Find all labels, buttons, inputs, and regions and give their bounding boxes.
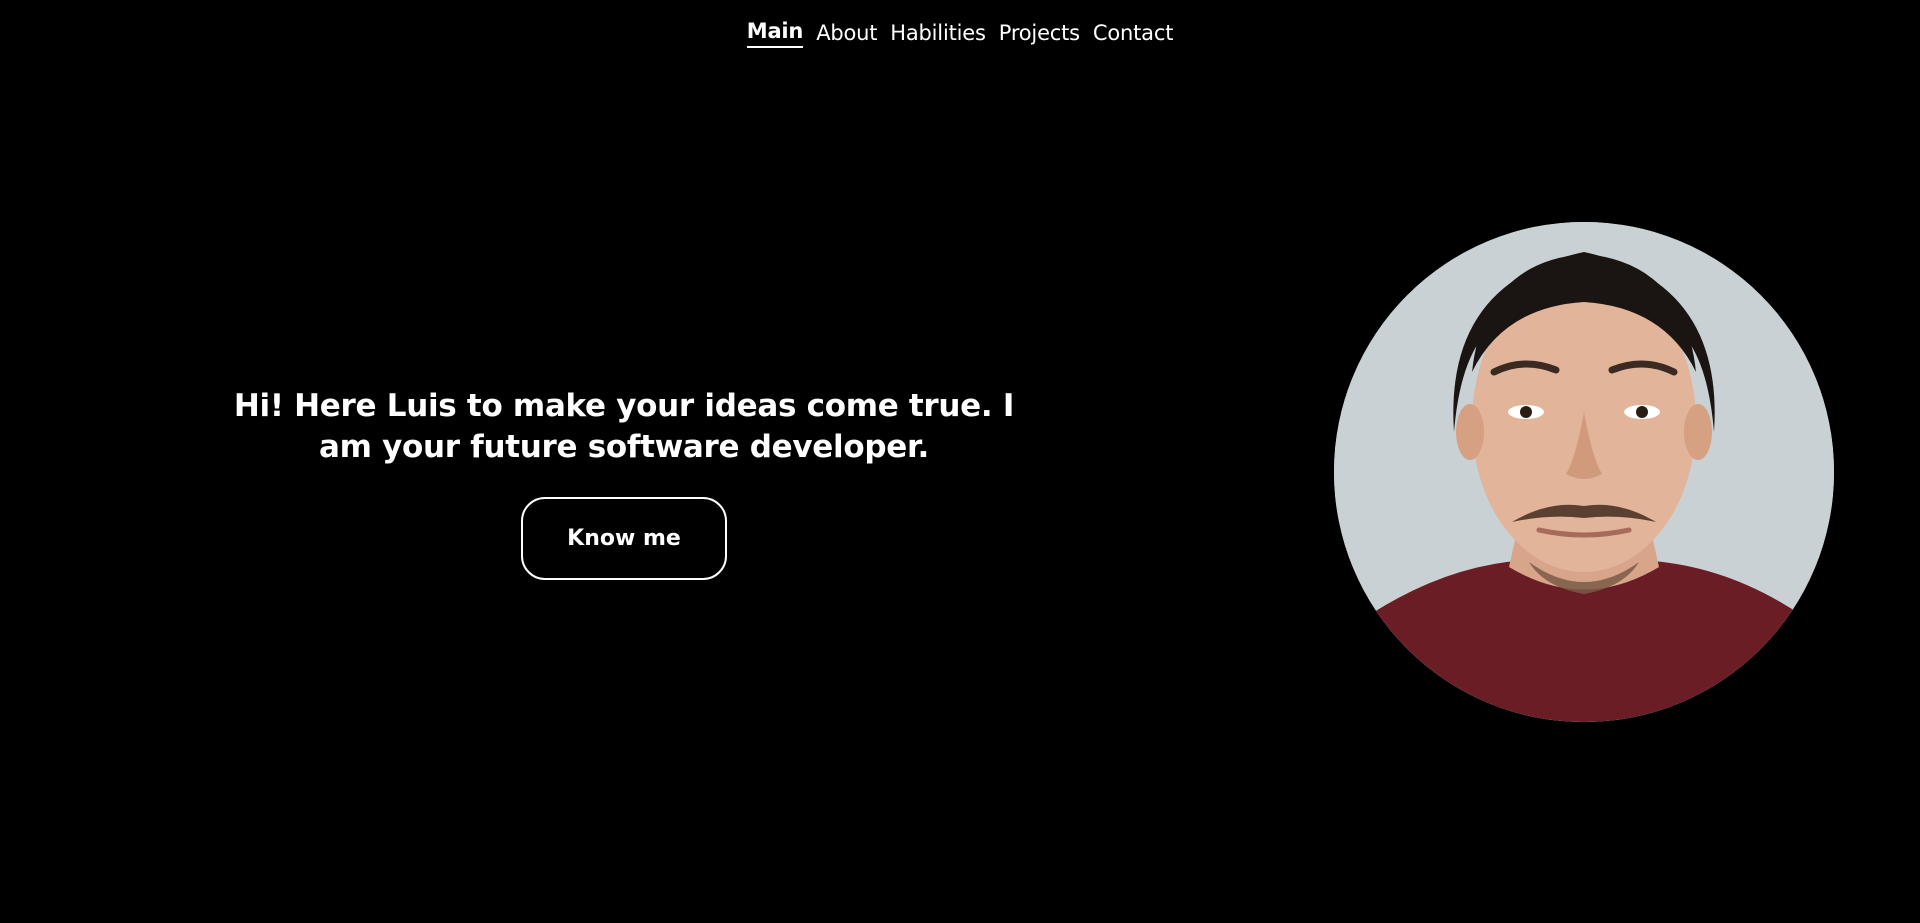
hero-title: Hi! Here Luis to make your ideas come tr…	[233, 388, 1015, 465]
know-me-button[interactable]: Know me	[521, 497, 727, 580]
nav-item-contact[interactable]: Contact	[1093, 18, 1174, 48]
nav-item-habilities[interactable]: Habilities	[890, 18, 986, 48]
profile-photo	[1334, 222, 1834, 722]
nav-item-about[interactable]: About	[816, 18, 877, 48]
hero-section: Hi! Here Luis to make your ideas come tr…	[210, 386, 1038, 580]
top-nav: Main About Habilities Projects Contact	[0, 18, 1920, 48]
nav-item-projects[interactable]: Projects	[999, 18, 1080, 48]
page: Main About Habilities Projects Contact H…	[0, 0, 1920, 923]
nav-item-main[interactable]: Main	[746, 18, 803, 48]
profile-photo-illustration	[1334, 222, 1834, 722]
